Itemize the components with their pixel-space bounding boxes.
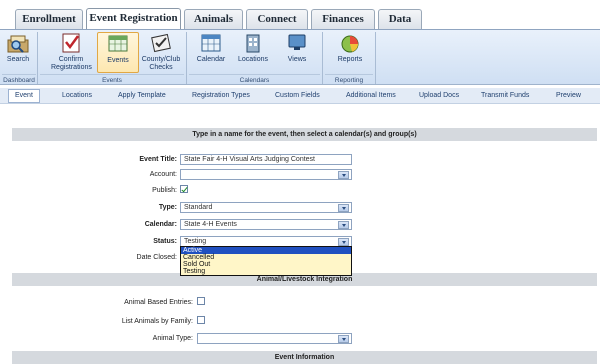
animal-based-entries-label: Animal Based Entries: xyxy=(124,299,193,306)
county-club-checks-label: County/Club Checks xyxy=(141,56,181,71)
search-icon xyxy=(7,35,29,53)
main-tab-bar: Enrollment Event Registration Animals Co… xyxy=(0,0,600,30)
ribbon-toolbar: Search Confirm Registrations Events Coun… xyxy=(0,29,600,85)
reports-label: Reports xyxy=(337,56,363,63)
ribbon-separator xyxy=(375,32,376,84)
confirm-registrations-label: Confirm Registrations xyxy=(51,56,92,71)
calendar-field-label: Calendar: xyxy=(144,221,177,228)
status-option-cancelled[interactable]: Cancelled xyxy=(181,254,351,261)
type-label: Type: xyxy=(158,204,177,211)
chevron-down-icon[interactable] xyxy=(338,221,349,229)
event-title-field[interactable]: State Fair 4-H Visual Arts Judging Conte… xyxy=(180,154,352,165)
status-option-testing[interactable]: Testing xyxy=(181,268,351,275)
animal-type-label: Animal Type: xyxy=(152,335,193,342)
subnav-registration-types[interactable]: Registration Types xyxy=(192,90,250,102)
calendar-label: Calendar xyxy=(196,56,226,63)
type-value: Standard xyxy=(184,204,213,211)
chevron-down-icon[interactable] xyxy=(338,171,349,179)
publish-label: Publish: xyxy=(152,187,177,194)
chevron-down-icon[interactable] xyxy=(338,238,349,246)
county-club-checks-button[interactable]: County/Club Checks xyxy=(141,32,181,72)
views-button[interactable]: Views xyxy=(280,32,314,64)
status-option-sold-out[interactable]: Sold Out xyxy=(181,261,351,268)
tab-data[interactable]: Data xyxy=(378,9,422,29)
event-subnav: Event Locations Apply Template Registrat… xyxy=(0,88,600,104)
publish-checkbox[interactable] xyxy=(180,185,188,193)
search-button[interactable]: Search xyxy=(3,32,33,64)
chevron-down-icon[interactable] xyxy=(338,204,349,212)
animal-type-select[interactable] xyxy=(197,333,352,344)
checklist-icon xyxy=(62,33,80,53)
tab-connect[interactable]: Connect xyxy=(246,9,308,29)
type-select[interactable]: Standard xyxy=(180,202,352,213)
tab-animals[interactable]: Animals xyxy=(184,9,243,29)
events-grid-icon xyxy=(108,35,128,52)
search-button-label: Search xyxy=(6,56,30,63)
subnav-locations[interactable]: Locations xyxy=(62,90,92,102)
ribbon-separator xyxy=(37,32,38,84)
group-dashboard: Dashboard xyxy=(2,74,36,85)
group-calendars: Calendars xyxy=(189,74,320,85)
list-animals-by-family-checkbox[interactable] xyxy=(197,316,205,324)
views-label: Views xyxy=(287,56,307,63)
status-value: Testing xyxy=(184,238,207,245)
tab-enrollment[interactable]: Enrollment xyxy=(15,9,83,29)
tab-event-registration[interactable]: Event Registration xyxy=(86,8,181,30)
locations-label: Locations xyxy=(238,56,268,63)
status-dropdown-list: Active Cancelled Sold Out Testing xyxy=(180,246,352,276)
events-button[interactable]: Events xyxy=(97,32,139,73)
date-closed-label: Date Closed: xyxy=(136,254,177,261)
animal-based-entries-checkbox[interactable] xyxy=(197,297,205,305)
subnav-upload-docs[interactable]: Upload Docs xyxy=(419,90,459,102)
ribbon-separator xyxy=(322,32,323,84)
checks-icon xyxy=(151,33,171,53)
subnav-custom-fields[interactable]: Custom Fields xyxy=(275,90,320,102)
subnav-apply-template[interactable]: Apply Template xyxy=(118,90,166,102)
calendar-value: State 4-H Events xyxy=(184,221,237,228)
status-label: Status: xyxy=(153,238,177,245)
subnav-preview[interactable]: Preview xyxy=(556,90,581,102)
group-reporting: Reporting xyxy=(325,74,373,85)
locations-button[interactable]: Locations xyxy=(234,32,272,64)
events-label: Events xyxy=(107,57,129,64)
pie-chart-icon xyxy=(341,35,359,53)
confirm-registrations-button[interactable]: Confirm Registrations xyxy=(51,32,92,72)
subnav-additional-items[interactable]: Additional Items xyxy=(346,90,396,102)
status-option-active[interactable]: Active xyxy=(181,247,351,254)
section-header-event: Type in a name for the event, then selec… xyxy=(12,128,597,141)
account-label: Account: xyxy=(149,171,177,178)
group-events: Events xyxy=(40,74,184,85)
reports-button[interactable]: Reports xyxy=(330,32,370,64)
calendar-icon xyxy=(201,34,221,52)
tab-finances[interactable]: Finances xyxy=(311,9,375,29)
ribbon-separator xyxy=(186,32,187,84)
section-header-event-information: Event Information xyxy=(12,351,597,364)
subnav-event[interactable]: Event xyxy=(8,89,40,103)
list-animals-by-family-label: List Animals by Family: xyxy=(121,318,193,325)
subnav-transmit-funds[interactable]: Transmit Funds xyxy=(481,90,529,102)
building-icon xyxy=(246,34,260,53)
monitor-icon xyxy=(288,34,306,50)
calendar-button[interactable]: Calendar xyxy=(194,32,228,64)
calendar-select[interactable]: State 4-H Events xyxy=(180,219,352,230)
event-title-label: Event Title: xyxy=(139,156,177,163)
chevron-down-icon[interactable] xyxy=(338,335,349,343)
account-select[interactable] xyxy=(180,169,352,180)
